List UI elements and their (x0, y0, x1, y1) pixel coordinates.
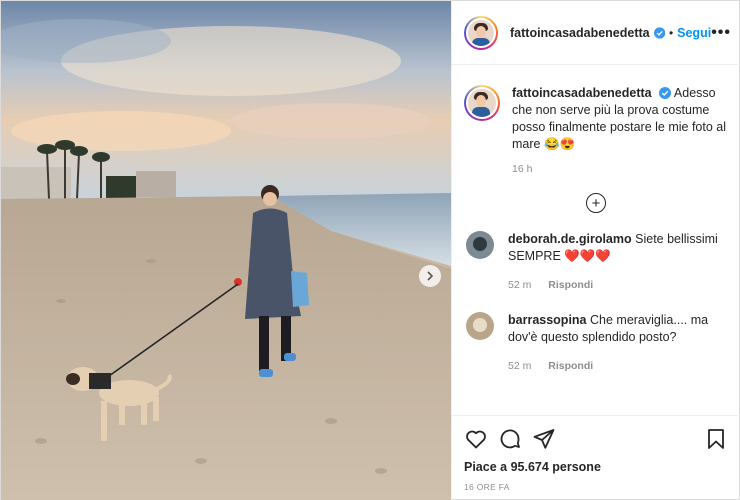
header-username[interactable]: fattoincasadabenedetta (510, 26, 650, 40)
share-icon[interactable] (532, 427, 556, 451)
comment-time[interactable]: 52 m (508, 279, 531, 291)
comment-body: barrassopina Che meraviglia.... ma dov'è… (508, 312, 728, 375)
comment-time[interactable]: 52 m (508, 360, 531, 372)
caption-avatar-body (472, 107, 490, 117)
comments-section: fattoincasadabenedetta Adesso che non se… (452, 65, 740, 415)
caption-avatar[interactable] (464, 85, 500, 121)
comment-username[interactable]: barrassopina (508, 313, 587, 327)
add-circle-icon[interactable]: + (586, 193, 606, 213)
follow-button[interactable]: Segui (677, 26, 711, 40)
reply-button[interactable]: Rispondi (548, 360, 593, 372)
action-icons (464, 424, 728, 454)
post-header: fattoincasadabenedetta • Segui ••• (452, 1, 740, 65)
comment-body: deborah.de.girolamo Siete bellissimi SEM… (508, 231, 728, 294)
verified-badge-icon (659, 87, 672, 99)
likes-count[interactable]: Piace a 95.674 persone (464, 460, 728, 474)
beach-photo-illustration (1, 1, 451, 500)
commenter-avatar-shape (473, 237, 487, 251)
load-more-comments: + (464, 193, 728, 213)
comment-meta: 52 m Rispondi (508, 277, 728, 294)
comment-item: barrassopina Che meraviglia.... ma dov'è… (464, 312, 728, 375)
more-icon[interactable]: ••• (711, 24, 731, 42)
separator-dot: • (668, 25, 674, 40)
avatar-body (472, 37, 490, 46)
caption-avatar-image (466, 87, 498, 119)
post-actions: Piace a 95.674 persone 16 ORE FA (452, 415, 740, 500)
comment-icon[interactable] (498, 427, 522, 451)
commenter-avatar[interactable] (466, 231, 494, 259)
bookmark-icon[interactable] (704, 427, 728, 451)
avatar[interactable] (464, 15, 498, 50)
commenter-avatar[interactable] (466, 312, 494, 340)
caption: fattoincasadabenedetta Adesso che non se… (464, 85, 728, 153)
post-timestamp[interactable]: 16 ORE FA (464, 482, 728, 492)
verified-badge-icon (653, 26, 665, 39)
instagram-post: fattoincasadabenedetta • Segui ••• fatto… (0, 0, 740, 500)
commenter-avatar-shape (473, 318, 487, 332)
comment-item: deborah.de.girolamo Siete bellissimi SEM… (464, 231, 728, 294)
caption-text-block: fattoincasadabenedetta Adesso che non se… (512, 85, 728, 153)
caption-time[interactable]: 16 h (512, 163, 728, 175)
caption-username[interactable]: fattoincasadabenedetta (512, 86, 652, 100)
avatar-face (476, 25, 486, 38)
caption-avatar-face (476, 95, 486, 107)
avatar-image (466, 17, 496, 48)
post-side-panel: fattoincasadabenedetta • Segui ••• fatto… (451, 1, 740, 500)
next-arrow-icon[interactable] (419, 265, 441, 287)
comment-meta: 52 m Rispondi (508, 358, 728, 375)
heart-icon[interactable] (464, 427, 488, 451)
post-photo[interactable] (1, 1, 451, 500)
comment-username[interactable]: deborah.de.girolamo (508, 232, 632, 246)
reply-button[interactable]: Rispondi (548, 279, 593, 291)
